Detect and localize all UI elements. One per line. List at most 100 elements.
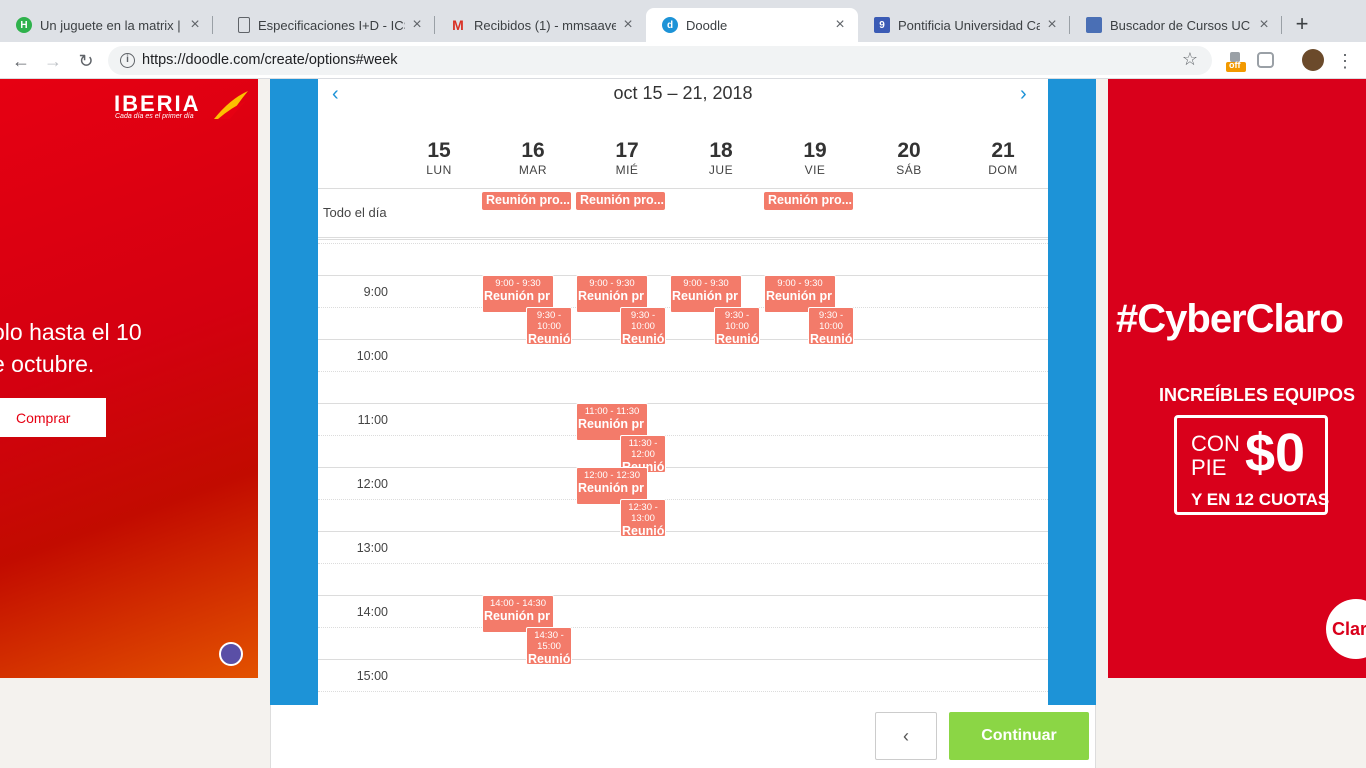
reload-icon[interactable]: ↻ (73, 48, 99, 74)
menu-kebab-icon[interactable]: ⋮ (1332, 48, 1358, 74)
event-time: 9:30 - 10:00 (536, 310, 562, 332)
tab-title: Doodle (686, 17, 728, 33)
all-day-event[interactable]: Reunión pro... (764, 192, 853, 210)
next-week-chevron-icon[interactable]: › (1020, 83, 1027, 106)
claro-ad[interactable]: #CyberClaro INCREÍBLES EQUIPOS CON PIE $… (1108, 79, 1366, 678)
iberia-promo-text: olo hasta el 10 e octubre. (0, 319, 142, 377)
info-icon[interactable]: i (120, 53, 135, 68)
claro-offer-box: CON PIE $0 Y EN 12 CUOTAS (1174, 415, 1330, 515)
day-name: MIÉ (615, 163, 639, 177)
grid-line (318, 499, 1048, 500)
day-name: LUN (426, 163, 452, 177)
comprar-button[interactable]: Comprar (0, 398, 106, 437)
event-label: Reunión pr (578, 417, 644, 431)
day-number: 16 (521, 139, 545, 162)
back-arrow-icon[interactable]: ← (8, 48, 34, 74)
claro-logo: Clar (1326, 599, 1366, 659)
day-number: 15 (427, 139, 451, 162)
day-header-17: 17 MIÉ (580, 139, 674, 177)
event-label: Reunión pr (766, 289, 832, 303)
claro-cuotas: Y EN 12 CUOTAS (1191, 490, 1330, 509)
hour-label: 15:00 (356, 669, 388, 683)
grid-line (318, 563, 1048, 564)
tab-2[interactable]: M Recibidos (1) - mmsaaved × (434, 8, 646, 42)
claro-subline: INCREÍBLES EQUIPOS (1159, 385, 1356, 405)
event-label: Reunió (622, 332, 665, 345)
tab-1[interactable]: Especificaciones I+D - ICS × (222, 8, 435, 42)
tab-0[interactable]: H Un juguete en la matrix | L × (0, 8, 213, 42)
grid-line (318, 339, 1048, 340)
event-time: 12:00 - 12:30 (584, 470, 640, 481)
extension-badge: off (1229, 60, 1241, 70)
event-time: 9:30 - 10:00 (724, 310, 750, 332)
grid-line (318, 595, 1048, 596)
url-text[interactable]: https://doodle.com/create/options#week (142, 52, 398, 68)
cyberclaro-headline: #CyberClaro (1116, 297, 1344, 341)
event-time: 14:30 - 15:00 (534, 630, 564, 652)
grid-line (318, 627, 1048, 628)
event-label: Reunió (622, 524, 665, 537)
grid-line (318, 239, 1048, 240)
time-slot-event[interactable]: 12:30 - 13:00 Reunió (620, 499, 666, 537)
hour-label: 13:00 (356, 541, 388, 555)
tab-favicon-icon: M (452, 17, 464, 33)
tab-title: Pontificia Universidad Cat (898, 17, 1040, 33)
tab-favicon-icon (238, 17, 250, 33)
claro-price: $0 (1245, 423, 1306, 483)
tab-separator (212, 16, 213, 34)
grid-line (318, 237, 1048, 238)
tab-close-icon[interactable]: × (1256, 16, 1272, 34)
all-day-event[interactable]: Reunión pro... (576, 192, 665, 210)
address-bar[interactable]: i https://doodle.com/create/options#week… (108, 46, 1212, 75)
grid-line (318, 243, 1048, 244)
grid-line (318, 691, 1048, 692)
grid-line (318, 371, 1048, 372)
tab-5[interactable]: Buscador de Cursos UC - × (1070, 8, 1282, 42)
week-calendar: ‹ oct 15 – 21, 2018 › 15 LUN 16 MAR 17 MIÉ 18 J… (318, 79, 1048, 705)
grid-line (318, 659, 1048, 660)
tab-close-icon[interactable]: × (1044, 16, 1060, 34)
extension-icon[interactable]: off (1226, 50, 1248, 72)
day-header-18: 18 JUE (674, 139, 768, 177)
event-time: 9:00 - 9:30 (495, 278, 541, 289)
extension-square-icon[interactable] (1256, 50, 1278, 72)
day-name: JUE (708, 163, 734, 177)
hour-label: 14:00 (356, 605, 388, 619)
forward-arrow-icon[interactable]: → (40, 48, 66, 74)
time-slot-event[interactable]: 9:30 - 10:00 Reunió (714, 307, 760, 345)
time-slot-event[interactable]: 14:30 - 15:00 Reunió (526, 627, 572, 665)
claro-con-pie: CON PIE (1191, 431, 1240, 480)
tab-close-icon[interactable]: × (832, 16, 848, 34)
grid-line (318, 403, 1048, 404)
event-time: 9:30 - 10:00 (630, 310, 656, 332)
tab-close-icon[interactable]: × (187, 16, 203, 34)
tab-close-icon[interactable]: × (620, 16, 636, 34)
event-label: Reunión pr (672, 289, 738, 303)
profile-avatar[interactable] (1302, 49, 1324, 71)
bookmark-star-icon[interactable]: ☆ (1182, 49, 1198, 70)
back-button[interactable]: ‹ (875, 712, 937, 760)
day-number: 20 (897, 139, 921, 162)
day-header-16: 16 MAR (486, 139, 580, 177)
event-time: 9:00 - 9:30 (777, 278, 823, 289)
tab-title: Buscador de Cursos UC - (1110, 17, 1252, 33)
day-number: 19 (803, 139, 827, 162)
day-number: 18 (709, 139, 733, 162)
hour-label: 9:00 (363, 285, 388, 299)
all-day-event[interactable]: Reunión pro... (482, 192, 571, 210)
tab-close-icon[interactable]: × (409, 16, 425, 34)
time-slot-event[interactable]: 9:30 - 10:00 Reunió (526, 307, 572, 345)
event-time: 12:30 - 13:00 (628, 502, 658, 524)
new-tab-button[interactable]: + (1290, 12, 1314, 36)
tab-favicon-icon (1086, 17, 1102, 33)
iberia-ad[interactable]: IBERIA Cada día es el primer día olo has… (0, 79, 258, 678)
continue-button[interactable]: Continuar (949, 712, 1089, 760)
time-slot-event[interactable]: 9:30 - 10:00 Reunió (808, 307, 854, 345)
time-slot-event[interactable]: 9:30 - 10:00 Reunió (620, 307, 666, 345)
tab-favicon-icon: 9 (874, 17, 890, 33)
event-time: 14:00 - 14:30 (490, 598, 546, 609)
day-number: 17 (615, 139, 639, 162)
tab-favicon-icon: H (16, 17, 32, 33)
tab-4[interactable]: 9 Pontificia Universidad Cat × (858, 8, 1070, 42)
tab-3[interactable]: d Doodle × (646, 8, 858, 42)
